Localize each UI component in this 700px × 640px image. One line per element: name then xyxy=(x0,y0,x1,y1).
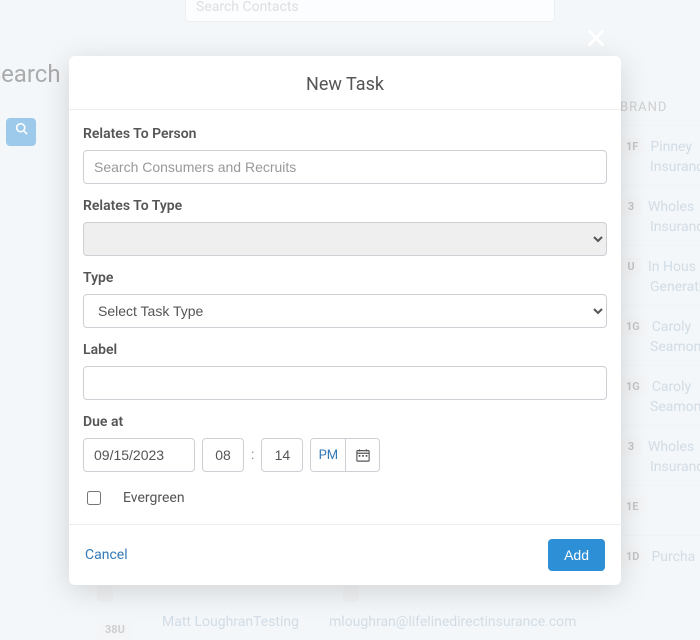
modal-title: New Task xyxy=(69,56,621,110)
due-hour-input[interactable] xyxy=(202,438,244,472)
add-button[interactable]: Add xyxy=(548,539,605,571)
cancel-button[interactable]: Cancel xyxy=(85,547,128,563)
label-label: Label xyxy=(83,342,607,358)
type-select[interactable]: Select Task Type xyxy=(83,294,607,328)
due-at-label: Due at xyxy=(83,414,607,430)
relates-to-type-select[interactable] xyxy=(83,222,607,256)
ampm-toggle[interactable]: PM xyxy=(311,439,345,471)
label-input[interactable] xyxy=(83,366,607,400)
relates-to-person-label: Relates To Person xyxy=(83,126,607,142)
due-date-input[interactable] xyxy=(83,438,195,472)
due-minute-input[interactable] xyxy=(261,438,303,472)
type-label: Type xyxy=(83,270,607,286)
evergreen-checkbox[interactable] xyxy=(87,491,101,505)
relates-to-type-label: Relates To Type xyxy=(83,198,607,214)
close-icon[interactable] xyxy=(585,26,607,56)
evergreen-label: Evergreen xyxy=(123,490,185,506)
time-colon: : xyxy=(251,447,254,463)
relates-to-person-input[interactable] xyxy=(83,150,607,184)
new-task-modal: New Task Relates To Person Relates To Ty… xyxy=(69,56,621,585)
calendar-icon[interactable] xyxy=(345,439,379,471)
